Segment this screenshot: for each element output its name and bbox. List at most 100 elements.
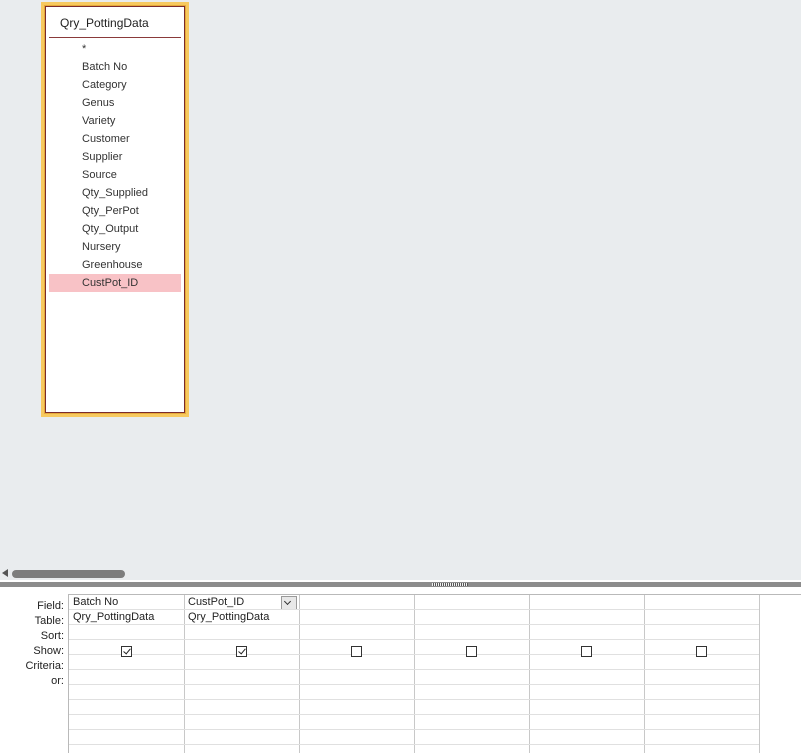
- or-cell[interactable]: [529, 715, 644, 730]
- or-cell[interactable]: [299, 685, 414, 700]
- field-cell[interactable]: [529, 595, 644, 610]
- row-label-criteria: Criteria:: [25, 660, 64, 672]
- table-title[interactable]: Qry_PottingData: [60, 16, 149, 30]
- field-item-all[interactable]: *: [49, 40, 181, 58]
- criteria-cell[interactable]: [414, 655, 529, 670]
- row-labels: Field: Table: Sort: Show: Criteria: or:: [0, 599, 64, 689]
- or-cell[interactable]: [529, 685, 644, 700]
- or-cell[interactable]: [299, 715, 414, 730]
- criteria-cell[interactable]: [69, 655, 184, 670]
- field-cell[interactable]: Batch No: [69, 595, 184, 610]
- field-item-supplier[interactable]: Supplier: [49, 148, 181, 166]
- table-cell[interactable]: [529, 610, 644, 625]
- grid-column-4[interactable]: [414, 595, 530, 753]
- or-cell[interactable]: [644, 730, 759, 745]
- field-item-qty-perpot[interactable]: Qty_PerPot: [49, 202, 181, 220]
- grid-column-2[interactable]: CustPot_ID Qry_PottingData: [184, 595, 300, 753]
- or-cell[interactable]: [299, 670, 414, 685]
- criteria-cell[interactable]: [299, 655, 414, 670]
- field-cell[interactable]: [414, 595, 529, 610]
- grid-column-1[interactable]: Batch No Qry_PottingData: [69, 595, 185, 753]
- sort-cell[interactable]: [644, 625, 759, 640]
- show-checkbox[interactable]: [696, 646, 707, 657]
- row-label-table: Table:: [34, 615, 64, 627]
- title-divider: [49, 37, 181, 38]
- sort-cell[interactable]: [529, 625, 644, 640]
- field-item-batch-no[interactable]: Batch No: [49, 58, 181, 76]
- or-cell[interactable]: [414, 670, 529, 685]
- or-cell[interactable]: [529, 730, 644, 745]
- scrollbar-thumb[interactable]: [12, 570, 125, 578]
- or-cell[interactable]: [414, 685, 529, 700]
- sort-cell[interactable]: [414, 625, 529, 640]
- chevron-down-icon[interactable]: [281, 596, 297, 609]
- criteria-cell[interactable]: [529, 655, 644, 670]
- or-cell[interactable]: [184, 700, 299, 715]
- field-cell[interactable]: [644, 595, 759, 610]
- sort-cell[interactable]: [184, 625, 299, 640]
- field-item-nursery[interactable]: Nursery: [49, 238, 181, 256]
- or-cell[interactable]: [184, 715, 299, 730]
- or-cell[interactable]: [414, 700, 529, 715]
- or-cell[interactable]: [644, 670, 759, 685]
- or-cell[interactable]: [69, 670, 184, 685]
- field-cell[interactable]: [299, 595, 414, 610]
- or-cell[interactable]: [69, 700, 184, 715]
- or-cell[interactable]: [299, 730, 414, 745]
- field-item-custpot-id[interactable]: CustPot_ID: [49, 274, 181, 292]
- or-cell[interactable]: [529, 670, 644, 685]
- sort-cell[interactable]: [299, 625, 414, 640]
- field-item-genus[interactable]: Genus: [49, 94, 181, 112]
- show-checkbox[interactable]: [236, 646, 247, 657]
- or-cell[interactable]: [529, 700, 644, 715]
- criteria-cell[interactable]: [644, 655, 759, 670]
- field-item-customer[interactable]: Customer: [49, 130, 181, 148]
- or-cell[interactable]: [299, 700, 414, 715]
- field-item-source[interactable]: Source: [49, 166, 181, 184]
- field-item-category[interactable]: Category: [49, 76, 181, 94]
- table-cell[interactable]: [299, 610, 414, 625]
- grid-column-5[interactable]: [529, 595, 645, 753]
- table-cell[interactable]: Qry_PottingData: [69, 610, 184, 625]
- show-checkbox[interactable]: [581, 646, 592, 657]
- grid-column-overflow[interactable]: [759, 595, 799, 753]
- table-cell[interactable]: [644, 610, 759, 625]
- horizontal-scrollbar[interactable]: [0, 566, 801, 580]
- row-label-sort: Sort:: [40, 630, 64, 642]
- or-cell[interactable]: [69, 715, 184, 730]
- field-item-qty-supplied[interactable]: Qty_Supplied: [49, 184, 181, 202]
- or-cell[interactable]: [184, 685, 299, 700]
- field-item-greenhouse[interactable]: Greenhouse: [49, 256, 181, 274]
- table-cell[interactable]: [414, 610, 529, 625]
- scroll-left-arrow-icon[interactable]: [2, 569, 8, 577]
- row-label-show: Show:: [33, 645, 64, 657]
- field-list: * Batch No Category Genus Variety Custom…: [49, 40, 181, 292]
- query-design-area[interactable]: Qry_PottingData * Batch No Category Genu…: [0, 0, 801, 566]
- row-label-or: or:: [51, 675, 64, 687]
- table-field-list-window[interactable]: Qry_PottingData * Batch No Category Genu…: [41, 2, 189, 417]
- field-item-variety[interactable]: Variety: [49, 112, 181, 130]
- show-checkbox[interactable]: [351, 646, 362, 657]
- table-cell[interactable]: Qry_PottingData: [184, 610, 299, 625]
- sort-cell[interactable]: [69, 625, 184, 640]
- grid-column-6[interactable]: [644, 595, 760, 753]
- or-cell[interactable]: [69, 685, 184, 700]
- or-cell[interactable]: [644, 715, 759, 730]
- show-checkbox[interactable]: [466, 646, 477, 657]
- field-cell[interactable]: CustPot_ID: [184, 595, 299, 610]
- or-cell[interactable]: [184, 670, 299, 685]
- grid-column-3[interactable]: [299, 595, 415, 753]
- or-cell[interactable]: [644, 700, 759, 715]
- show-checkbox[interactable]: [121, 646, 132, 657]
- field-item-qty-output[interactable]: Qty_Output: [49, 220, 181, 238]
- or-cell[interactable]: [414, 715, 529, 730]
- grid-columns: Batch No Qry_PottingData CustPot_ID Qry_Pot…: [68, 594, 801, 753]
- or-cell[interactable]: [184, 730, 299, 745]
- criteria-cell[interactable]: [184, 655, 299, 670]
- or-cell[interactable]: [414, 730, 529, 745]
- query-design-grid: Field: Table: Sort: Show: Criteria: or: …: [0, 587, 801, 753]
- or-cell[interactable]: [69, 730, 184, 745]
- or-cell[interactable]: [644, 685, 759, 700]
- row-label-field: Field:: [37, 600, 64, 612]
- splitter-grip-icon[interactable]: [432, 583, 468, 586]
